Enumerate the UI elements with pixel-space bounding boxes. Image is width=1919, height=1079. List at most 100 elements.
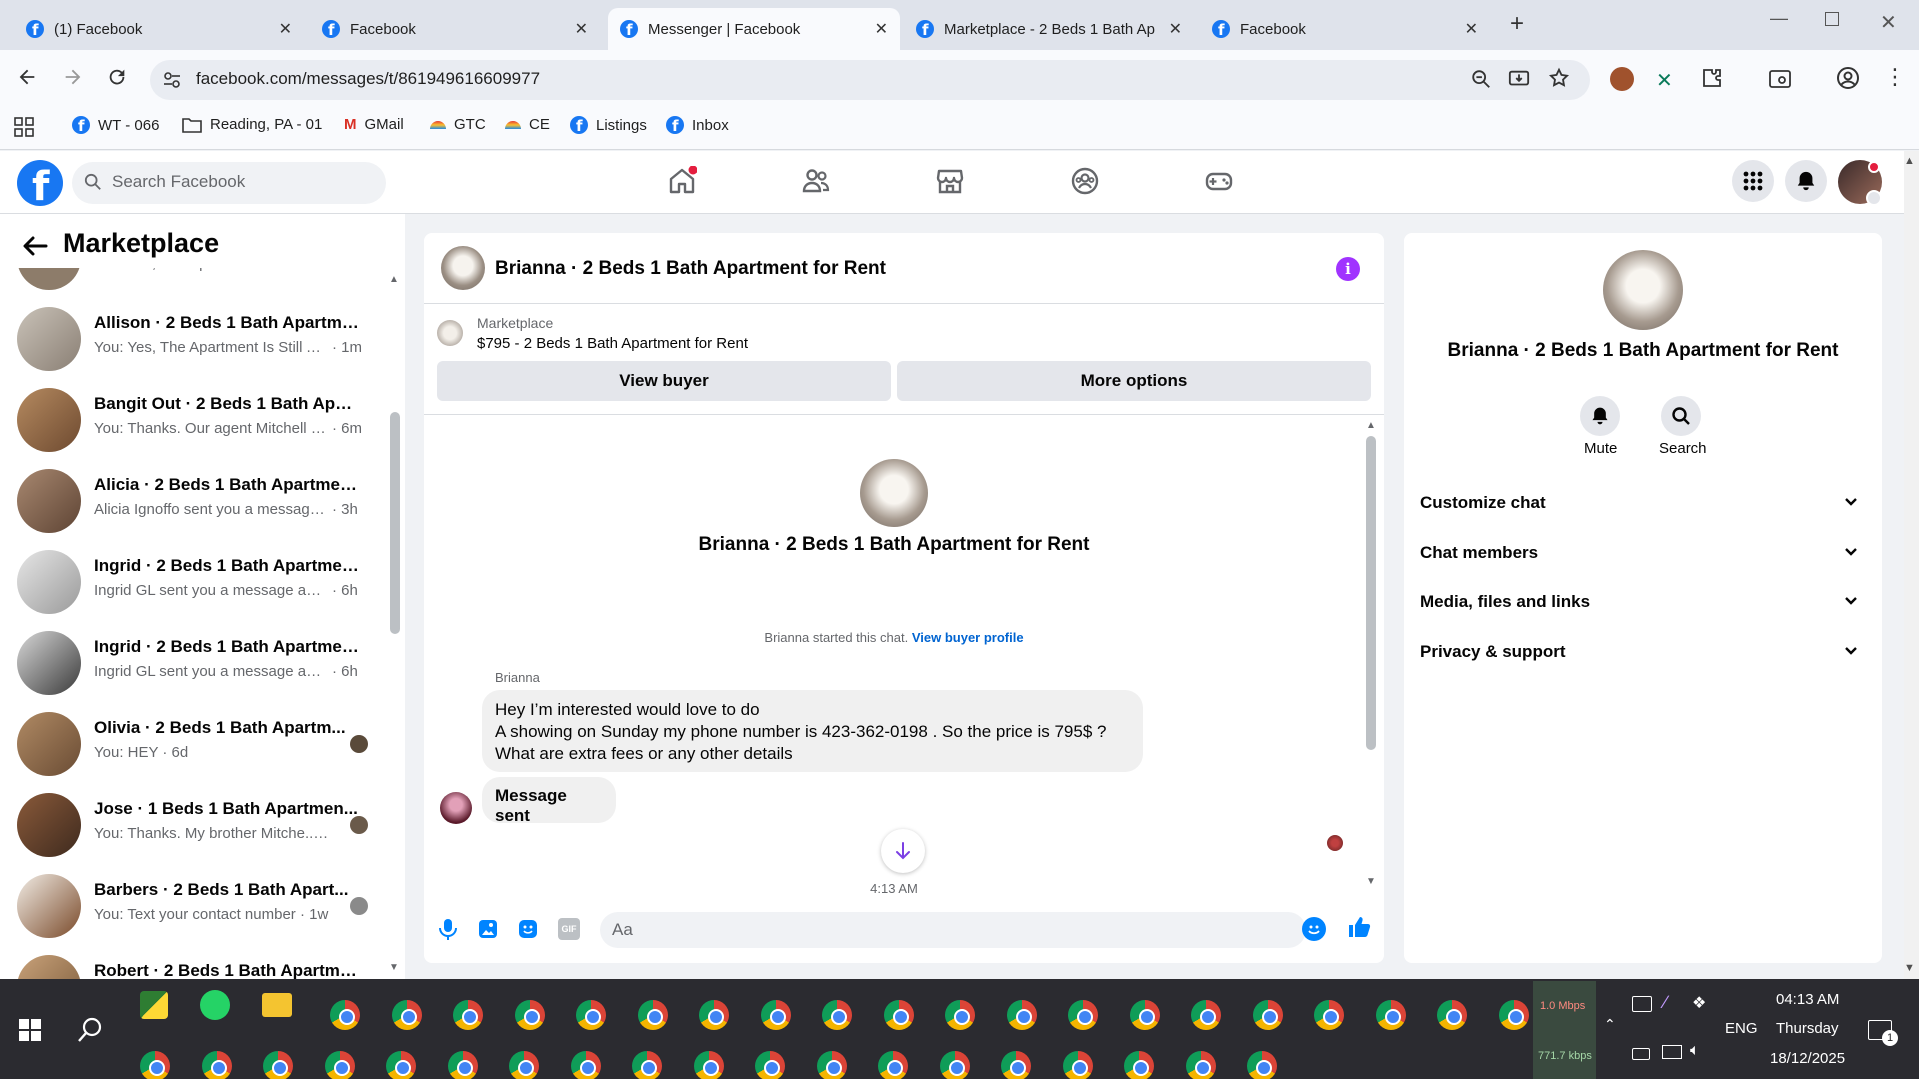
view-buyer-profile-link[interactable]: View buyer profile bbox=[912, 630, 1024, 645]
search-icon[interactable] bbox=[76, 1016, 104, 1044]
chrome-profile-icon[interactable] bbox=[816, 1051, 847, 1079]
chrome-profile-icon[interactable] bbox=[632, 1051, 662, 1079]
chrome-profile-icon[interactable] bbox=[1068, 1000, 1098, 1030]
like-thumbs-up-icon[interactable] bbox=[1346, 914, 1372, 940]
list-item[interactable]: Allison · 2 Beds 1 Bath Apartme... You: … bbox=[0, 298, 380, 379]
cookie-extension-icon[interactable] bbox=[1610, 67, 1634, 91]
tab-search-icon[interactable] bbox=[1768, 67, 1792, 91]
media-files-links-section[interactable]: Media, files and links bbox=[1420, 582, 1868, 622]
clock-date[interactable]: 18/12/2025 bbox=[1770, 1050, 1845, 1067]
maps-app-icon[interactable] bbox=[140, 991, 168, 1019]
chrome-profile-icon[interactable] bbox=[1252, 1000, 1283, 1030]
bookmark-gmail[interactable]: M GMail bbox=[344, 116, 404, 133]
chat-scrollbar-thumb[interactable] bbox=[1366, 436, 1376, 750]
chrome-profile-icon[interactable] bbox=[693, 1051, 724, 1079]
chrome-profile-icon[interactable] bbox=[1129, 1000, 1160, 1030]
chrome-profile-icon[interactable] bbox=[1062, 1051, 1093, 1079]
chrome-profile-icon[interactable] bbox=[509, 1051, 539, 1079]
reload-icon[interactable] bbox=[106, 66, 128, 88]
chrome-profile-icon[interactable] bbox=[939, 1051, 970, 1079]
search-in-chat-button[interactable] bbox=[1661, 396, 1701, 436]
apps-grid-icon[interactable] bbox=[14, 117, 34, 137]
gaming-icon[interactable] bbox=[1204, 166, 1234, 196]
emoji-icon[interactable] bbox=[1302, 917, 1326, 941]
sender-avatar[interactable] bbox=[440, 792, 472, 824]
chrome-profile-icon[interactable] bbox=[822, 1000, 852, 1030]
site-info-icon[interactable] bbox=[162, 70, 182, 90]
chrome-profile-icon[interactable] bbox=[945, 1000, 975, 1030]
language-indicator[interactable]: ENG bbox=[1725, 1020, 1758, 1037]
extensions-puzzle-icon[interactable] bbox=[1700, 66, 1724, 90]
close-icon[interactable]: ✕ bbox=[875, 19, 888, 39]
facebook-logo-icon[interactable]: f bbox=[17, 160, 63, 210]
chrome-profile-icon[interactable] bbox=[453, 1000, 483, 1030]
chrome-profile-icon[interactable] bbox=[576, 1000, 606, 1030]
privacy-support-section[interactable]: Privacy & support bbox=[1420, 632, 1868, 672]
listing-title[interactable]: $795 - 2 Beds 1 Bath Apartment for Rent bbox=[477, 335, 748, 352]
list-item[interactable]: Robert · 2 Beds 1 Bath Apartme... bbox=[0, 946, 380, 979]
list-scrollbar-thumb[interactable] bbox=[390, 412, 400, 634]
chat-members-section[interactable]: Chat members bbox=[1420, 533, 1868, 573]
bookmark-wt-066[interactable]: WT - 066 bbox=[72, 116, 159, 135]
list-item[interactable]: Alicia · 2 Beds 1 Bath Apartment... Alic… bbox=[0, 460, 380, 541]
incoming-message[interactable]: Hey I’m interested would love to do A sh… bbox=[482, 690, 1143, 772]
microphone-icon[interactable] bbox=[437, 917, 459, 941]
sticker-icon[interactable] bbox=[517, 918, 539, 940]
home-icon[interactable] bbox=[667, 166, 697, 196]
chrome-profile-icon[interactable] bbox=[1191, 1000, 1221, 1030]
chrome-profile-icon[interactable] bbox=[1006, 1000, 1037, 1030]
url-text[interactable]: facebook.com/messages/t/861949616609977 bbox=[196, 69, 540, 89]
display-icon[interactable] bbox=[1632, 996, 1652, 1012]
close-icon[interactable]: ✕ bbox=[279, 19, 292, 39]
bookmark-reading-pa[interactable]: Reading, PA - 01 bbox=[182, 116, 322, 133]
bookmark-gtc[interactable]: GTC bbox=[430, 116, 486, 133]
chrome-profile-icon[interactable] bbox=[1247, 1051, 1277, 1079]
file-explorer-icon[interactable] bbox=[262, 993, 292, 1017]
browser-tab-2[interactable]: Facebook ✕ bbox=[310, 8, 600, 50]
scroll-up-icon[interactable]: ▲ bbox=[1366, 420, 1376, 431]
mute-button[interactable] bbox=[1580, 396, 1620, 436]
chrome-profile-icon[interactable] bbox=[570, 1051, 601, 1079]
volume-icon[interactable]: 🔈︎ bbox=[1690, 1042, 1700, 1060]
minimize-icon[interactable]: — bbox=[1770, 8, 1788, 29]
scroll-up-icon[interactable]: ▲ bbox=[1904, 155, 1915, 167]
whatsapp-icon[interactable] bbox=[200, 990, 230, 1020]
profile-icon[interactable] bbox=[1836, 66, 1860, 90]
chrome-profile-icon[interactable] bbox=[1314, 1000, 1344, 1030]
friends-icon[interactable] bbox=[801, 166, 831, 196]
bookmark-ce[interactable]: CE bbox=[505, 116, 550, 133]
clock-time[interactable]: 04:13 AM bbox=[1776, 991, 1839, 1008]
chrome-profile-icon[interactable] bbox=[324, 1051, 355, 1079]
list-item[interactable]: Jose · 1 Beds 1 Bath Apartmen... You: Th… bbox=[0, 784, 380, 865]
chrome-profile-icon[interactable] bbox=[140, 1051, 170, 1079]
list-item[interactable]: Barbers · 2 Beds 1 Bath Apart... You: Te… bbox=[0, 865, 380, 946]
battery-icon[interactable] bbox=[1632, 1048, 1650, 1060]
chrome-profile-icon[interactable] bbox=[263, 1051, 293, 1079]
chrome-profile-icon[interactable] bbox=[637, 1000, 668, 1030]
marketplace-icon[interactable] bbox=[935, 166, 965, 196]
browser-tab-marketplace[interactable]: Marketplace - 2 Beds 1 Bath Ap ✕ bbox=[904, 8, 1194, 50]
chrome-profile-icon[interactable] bbox=[1498, 1000, 1529, 1030]
chrome-profile-icon[interactable] bbox=[878, 1051, 908, 1079]
scroll-to-bottom-button[interactable] bbox=[881, 829, 925, 873]
chrome-profile-icon[interactable] bbox=[201, 1051, 232, 1079]
chrome-profile-icon[interactable] bbox=[1001, 1051, 1031, 1079]
close-icon[interactable]: ✕ bbox=[1465, 19, 1478, 39]
details-profile-photo[interactable] bbox=[1603, 250, 1683, 330]
photo-icon[interactable] bbox=[477, 918, 499, 940]
chrome-profile-icon[interactable] bbox=[760, 1000, 791, 1030]
chrome-profile-icon[interactable] bbox=[1437, 1000, 1467, 1030]
back-arrow-icon[interactable] bbox=[22, 235, 48, 257]
chrome-profile-icon[interactable] bbox=[1375, 1000, 1406, 1030]
pen-icon[interactable]: ∕ bbox=[1664, 992, 1667, 1013]
dropbox-icon[interactable]: ❖ bbox=[1692, 993, 1706, 1013]
browser-tab-5[interactable]: Facebook ✕ bbox=[1200, 8, 1490, 50]
chrome-profile-icon[interactable] bbox=[447, 1051, 478, 1079]
chrome-profile-icon[interactable] bbox=[386, 1051, 416, 1079]
incoming-message[interactable]: Message sent bbox=[482, 777, 616, 825]
page-scrollbar[interactable] bbox=[1904, 151, 1919, 980]
back-icon[interactable] bbox=[16, 66, 38, 88]
chrome-profile-icon[interactable] bbox=[755, 1051, 785, 1079]
menu-kebab-icon[interactable]: ⋮ bbox=[1884, 64, 1906, 90]
restore-icon[interactable] bbox=[1825, 12, 1839, 26]
